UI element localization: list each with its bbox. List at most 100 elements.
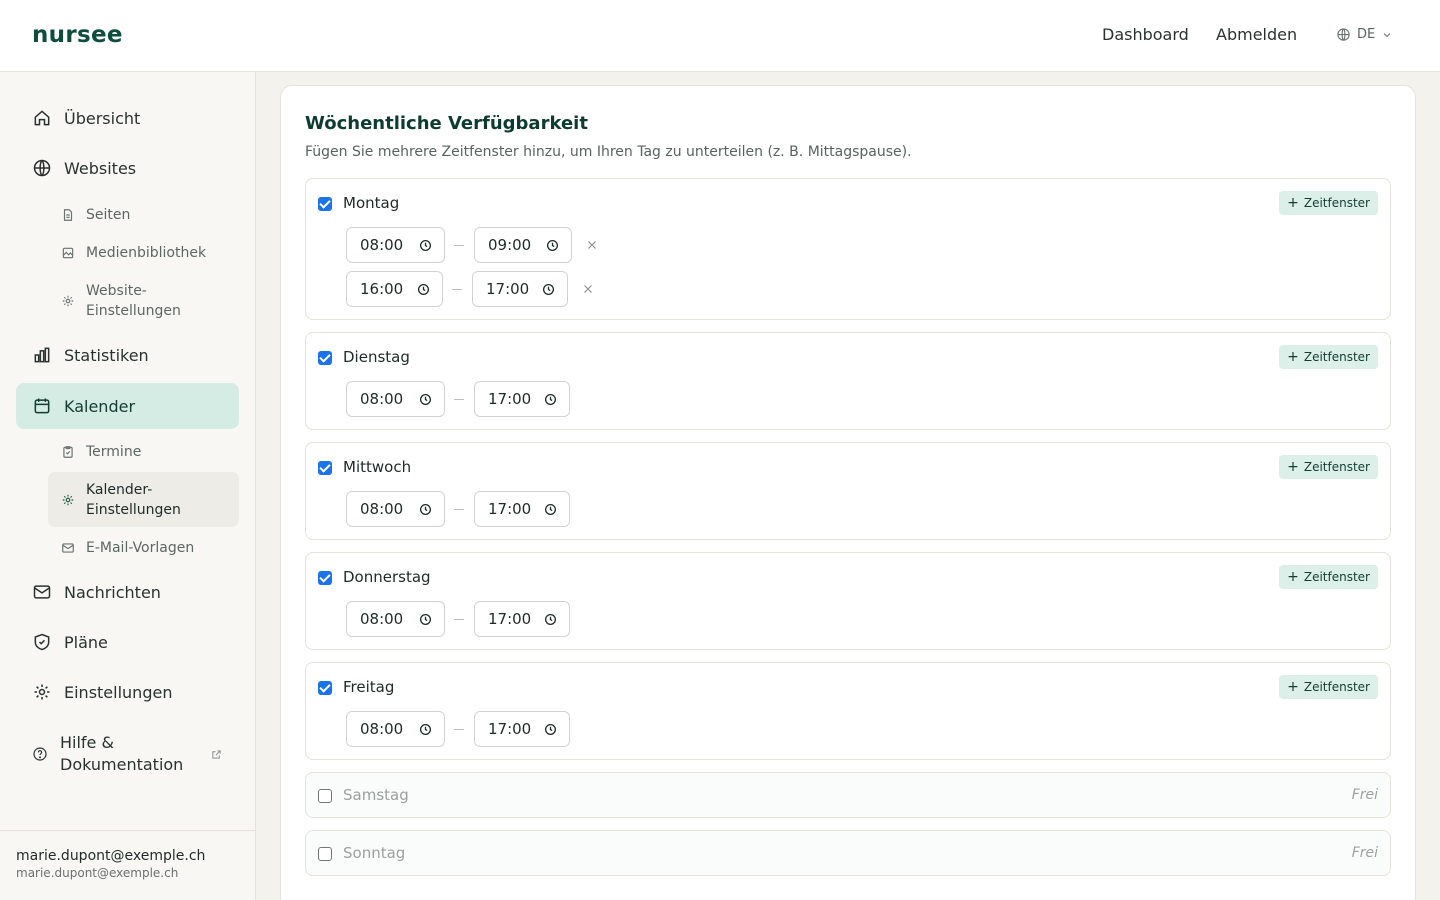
page-subtitle: Fügen Sie mehrere Zeitfenster hinzu, um … bbox=[305, 144, 912, 160]
add-timeslot-button[interactable]: + Zeitfenster bbox=[1279, 191, 1378, 215]
sidebar-item-label: Übersicht bbox=[64, 108, 141, 128]
sidebar-item-pages[interactable]: Seiten bbox=[48, 198, 239, 232]
time-start-input[interactable]: 08:00 bbox=[346, 711, 445, 747]
remove-timeslot-icon[interactable] bbox=[585, 238, 599, 252]
globe-icon bbox=[1337, 28, 1350, 41]
day-name: Dienstag bbox=[343, 348, 410, 366]
clock-icon bbox=[546, 239, 559, 252]
clock-icon bbox=[419, 503, 432, 516]
sidebar-item-calendar-settings[interactable]: Kalender- Einstellungen bbox=[48, 472, 239, 527]
sidebar-item-appointments[interactable]: Termine bbox=[48, 435, 239, 469]
day-checkbox-thursday[interactable] bbox=[318, 571, 332, 585]
nav-dashboard[interactable]: Dashboard bbox=[1102, 25, 1189, 44]
day-checkbox-wednesday[interactable] bbox=[318, 461, 332, 475]
plus-icon: + bbox=[1287, 569, 1299, 585]
sidebar-item-label: Statistiken bbox=[64, 345, 149, 365]
logo[interactable]: nursee bbox=[32, 22, 123, 48]
day-off-label: Frei bbox=[1351, 845, 1378, 861]
clock-icon bbox=[419, 239, 432, 252]
time-start-input[interactable]: 08:00 bbox=[346, 381, 445, 417]
range-separator bbox=[454, 509, 464, 510]
add-timeslot-button[interactable]: + Zeitfenster bbox=[1279, 675, 1378, 699]
chevron-down-icon bbox=[1383, 32, 1391, 37]
sidebar-item-plans[interactable]: Pläne bbox=[16, 619, 239, 665]
home-icon bbox=[34, 110, 50, 126]
external-link-icon bbox=[212, 749, 221, 759]
sidebar-item-label: Kalender- Einstellungen bbox=[86, 481, 181, 518]
time-start-input[interactable]: 08:00 bbox=[346, 227, 445, 263]
range-separator bbox=[454, 245, 464, 246]
sidebar-item-label: Websites bbox=[64, 158, 137, 178]
time-start-input[interactable]: 08:00 bbox=[346, 601, 445, 637]
day-row-saturday: Samstag Frei bbox=[305, 772, 1391, 818]
day-name: Samstag bbox=[343, 786, 409, 804]
language-selector[interactable]: DE bbox=[1336, 27, 1393, 42]
time-start-input[interactable]: 08:00 bbox=[346, 491, 445, 527]
clock-icon bbox=[419, 393, 432, 406]
plus-icon: + bbox=[1287, 195, 1299, 211]
day-row-sunday: Sonntag Frei bbox=[305, 830, 1391, 876]
plus-icon: + bbox=[1287, 459, 1299, 475]
plus-icon: + bbox=[1287, 349, 1299, 365]
clock-icon bbox=[544, 723, 557, 736]
clock-icon bbox=[419, 723, 432, 736]
sidebar-item-email-templates[interactable]: E-Mail-Vorlagen bbox=[48, 531, 239, 565]
add-timeslot-button[interactable]: + Zeitfenster bbox=[1279, 345, 1378, 369]
gear-icon bbox=[62, 494, 74, 505]
nav-logout[interactable]: Abmelden bbox=[1216, 25, 1297, 44]
gear-icon bbox=[34, 684, 50, 700]
day-name: Freitag bbox=[343, 678, 395, 696]
sidebar-item-label: Nachrichten bbox=[64, 582, 161, 602]
sidebar-item-websites[interactable]: Websites bbox=[16, 145, 239, 191]
remove-timeslot-icon[interactable] bbox=[581, 282, 595, 296]
plus-icon: + bbox=[1287, 679, 1299, 695]
add-timeslot-button[interactable]: + Zeitfenster bbox=[1279, 565, 1378, 589]
day-name: Donnerstag bbox=[343, 568, 431, 586]
sidebar-item-media-library[interactable]: Medienbibliothek bbox=[48, 236, 239, 270]
day-off-label: Frei bbox=[1351, 787, 1378, 803]
time-end-input[interactable]: 17:00 bbox=[474, 491, 570, 527]
mail-icon bbox=[33, 585, 51, 599]
sidebar-item-website-settings[interactable]: Website- Einstellungen bbox=[48, 274, 239, 328]
sidebar-item-settings[interactable]: Einstellungen bbox=[16, 669, 239, 715]
day-checkbox-saturday[interactable] bbox=[318, 789, 332, 803]
day-checkbox-monday[interactable] bbox=[318, 197, 332, 211]
clipboard-icon bbox=[63, 446, 73, 458]
gear-icon bbox=[62, 295, 74, 307]
top-bar: nursee Dashboard Abmelden DE bbox=[0, 0, 1440, 72]
file-icon bbox=[63, 209, 73, 221]
sidebar-item-calendar[interactable]: Kalender bbox=[16, 383, 239, 429]
sidebar-item-overview[interactable]: Übersicht bbox=[16, 95, 239, 141]
page-title: Wöchentliche Verfügbarkeit bbox=[305, 113, 588, 134]
image-icon bbox=[62, 247, 74, 259]
add-timeslot-button[interactable]: + Zeitfenster bbox=[1279, 455, 1378, 479]
mail-icon bbox=[62, 543, 74, 553]
sidebar-item-statistics[interactable]: Statistiken bbox=[16, 332, 239, 378]
clock-icon bbox=[417, 283, 430, 296]
range-separator bbox=[454, 399, 464, 400]
sidebar-item-label: Website- Einstellungen bbox=[86, 283, 181, 319]
user-info[interactable]: marie.dupont@exemple.ch marie.dupont@exe… bbox=[0, 830, 255, 900]
sidebar-item-help[interactable]: Hilfe & Dokumentation bbox=[16, 727, 239, 781]
time-end-input[interactable]: 17:00 bbox=[474, 711, 570, 747]
day-row-monday: Montag + Zeitfenster 08:00 09:00 16:00 17… bbox=[305, 178, 1391, 320]
sidebar-item-label: Pläne bbox=[64, 632, 108, 652]
sidebar: Übersicht Websites Seiten Medienbiblioth… bbox=[0, 72, 256, 900]
user-name: marie.dupont@exemple.ch bbox=[16, 848, 206, 864]
day-name: Sonntag bbox=[343, 844, 406, 862]
time-start-input[interactable]: 16:00 bbox=[346, 271, 443, 307]
day-checkbox-friday[interactable] bbox=[318, 681, 332, 695]
clock-icon bbox=[419, 613, 432, 626]
day-name: Mittwoch bbox=[343, 458, 412, 476]
time-end-input[interactable]: 17:00 bbox=[474, 381, 570, 417]
day-checkbox-tuesday[interactable] bbox=[318, 351, 332, 365]
day-row-friday: Freitag + Zeitfenster 08:00 17:00 bbox=[305, 662, 1391, 760]
time-end-input[interactable]: 09:00 bbox=[474, 227, 572, 263]
globe-icon bbox=[33, 159, 51, 177]
day-checkbox-sunday[interactable] bbox=[318, 847, 332, 861]
shield-icon bbox=[34, 633, 50, 651]
time-end-input[interactable]: 17:00 bbox=[474, 601, 570, 637]
time-end-input[interactable]: 17:00 bbox=[472, 271, 568, 307]
sidebar-item-label: Einstellungen bbox=[64, 682, 173, 702]
sidebar-item-messages[interactable]: Nachrichten bbox=[16, 569, 239, 615]
